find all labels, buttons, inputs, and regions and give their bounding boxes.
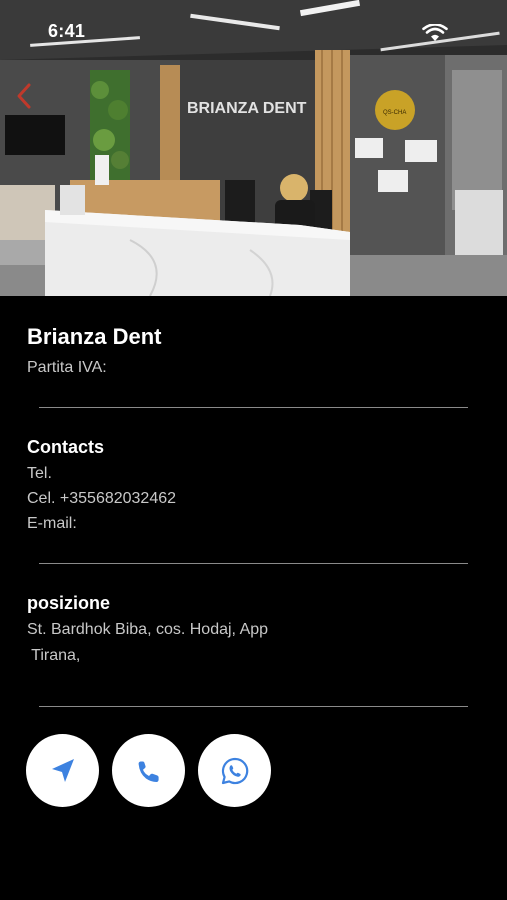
- divider: [39, 407, 468, 408]
- back-button[interactable]: [14, 82, 46, 114]
- clinic-name: Brianza Dent: [27, 324, 162, 349]
- email-line: E-mail:: [27, 515, 77, 532]
- vat-number: Partita IVA:: [27, 359, 107, 376]
- whatsapp-icon: [221, 757, 248, 784]
- address-line-2: Tirana,: [27, 647, 81, 664]
- address-line-1: St. Bardhok Biba, cos. Hodaj, App: [27, 621, 269, 638]
- clinic-photo: BRIANZA DENT QS-CHA 6:41: [0, 0, 507, 296]
- navigate-button[interactable]: [26, 734, 99, 807]
- status-bar-time: 6:41: [48, 21, 86, 41]
- clinic-sign: BRIANZA DENT: [187, 100, 307, 117]
- tel-line: Tel.: [27, 465, 52, 482]
- reception-illustration: BRIANZA DENT QS-CHA: [0, 0, 507, 296]
- navigation-arrow-icon: [51, 758, 74, 782]
- divider: [39, 706, 468, 707]
- phone-icon: [138, 761, 159, 782]
- clinic-info: Brianza Dent Partita IVA: Contacts Tel. …: [0, 296, 507, 900]
- divider: [39, 563, 468, 564]
- cel-line: Cel. +355682032462: [27, 490, 177, 507]
- chevron-left-icon: [17, 83, 31, 109]
- call-button[interactable]: [112, 734, 185, 807]
- contacts-title: Contacts: [27, 437, 105, 457]
- whatsapp-button[interactable]: [198, 734, 271, 807]
- quality-badge-text: QS-CHA: [383, 110, 406, 116]
- position-title: posizione: [27, 593, 111, 613]
